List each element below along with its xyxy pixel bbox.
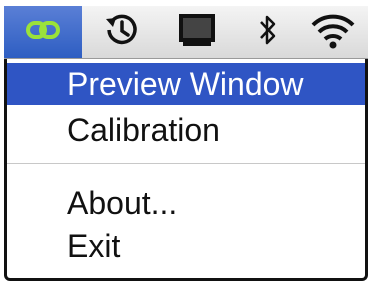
menu-item-label: Calibration <box>67 111 220 148</box>
menu-item-calibration[interactable]: Calibration <box>7 109 365 151</box>
display-status-item[interactable] <box>156 6 238 58</box>
bluetooth-icon <box>257 12 279 53</box>
menu-item-about[interactable]: About... <box>7 182 365 224</box>
time-machine-icon <box>101 10 141 55</box>
display-icon <box>175 10 219 55</box>
app-status-item[interactable] <box>4 6 82 58</box>
menu-item-label: Exit <box>67 227 121 264</box>
time-machine-status-item[interactable] <box>86 6 156 58</box>
wifi-status-item[interactable] <box>298 6 368 58</box>
menu-item-label: Preview Window <box>67 65 304 102</box>
link-icon <box>25 19 61 46</box>
menu-bar <box>4 6 368 59</box>
menu-item-label: About... <box>67 184 178 221</box>
menu-separator <box>7 163 365 164</box>
status-menu-dropdown: Preview Window Calibration About... Exit <box>4 59 368 281</box>
menu-item-preview-window[interactable]: Preview Window <box>7 63 365 105</box>
menu-item-exit[interactable]: Exit <box>7 225 365 267</box>
bluetooth-status-item[interactable] <box>238 6 298 58</box>
wifi-icon <box>309 10 357 55</box>
